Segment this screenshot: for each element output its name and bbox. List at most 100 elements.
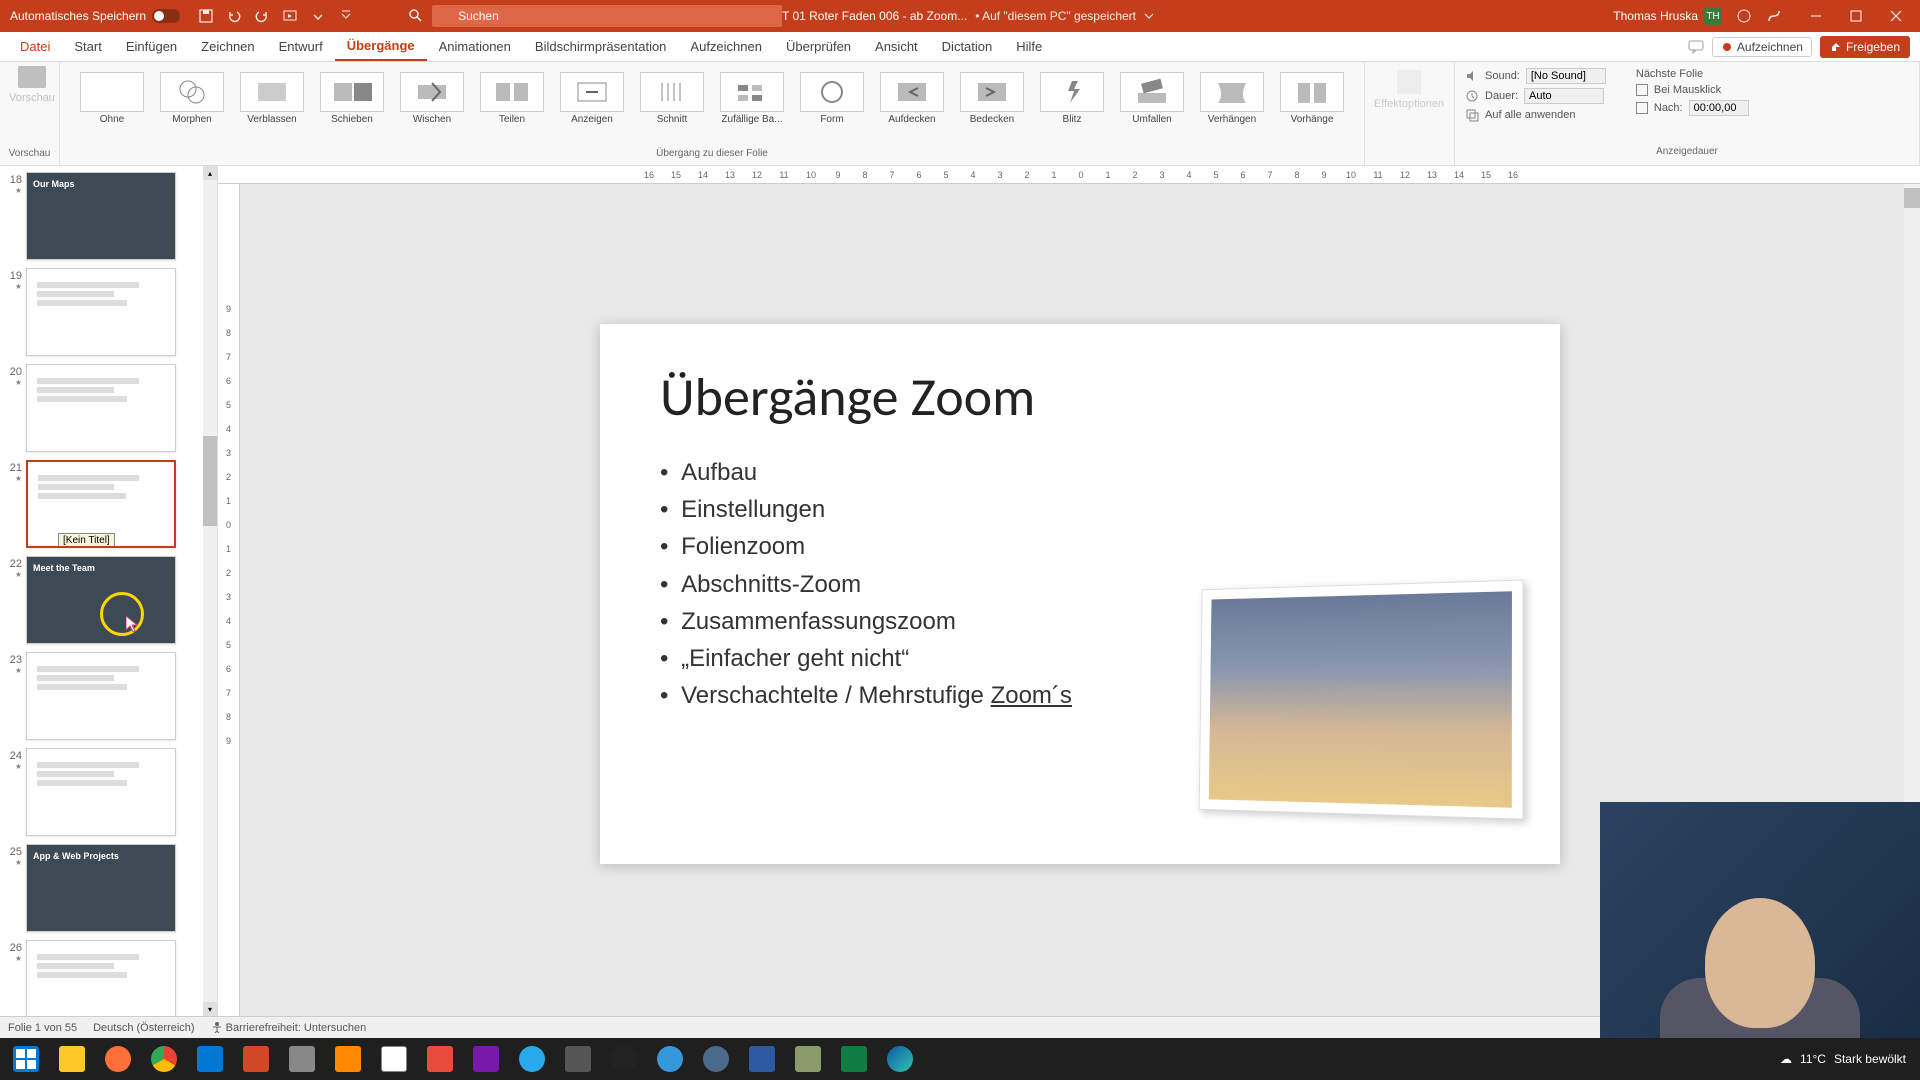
transition-form[interactable]: Form xyxy=(794,70,870,127)
drawing-icon[interactable] xyxy=(1766,8,1782,24)
app-icon-8[interactable] xyxy=(786,1040,830,1078)
after-checkbox[interactable]: Nach: xyxy=(1636,100,1749,116)
chrome-icon[interactable] xyxy=(142,1040,186,1078)
app-icon-2[interactable] xyxy=(372,1040,416,1078)
language-indicator[interactable]: Deutsch (Österreich) xyxy=(93,1022,194,1034)
transition-zuflligeba[interactable]: Zufällige Ba... xyxy=(714,70,790,127)
tab-start[interactable]: Start xyxy=(62,32,113,61)
transition-vorhnge[interactable]: Vorhänge xyxy=(1274,70,1350,127)
minimize-button[interactable] xyxy=(1796,0,1836,32)
file-explorer-icon[interactable] xyxy=(50,1040,94,1078)
app-icon-7[interactable] xyxy=(740,1040,784,1078)
obs-icon[interactable] xyxy=(602,1040,646,1078)
autosave-toggle[interactable]: Automatisches Speichern xyxy=(0,9,190,23)
excel-icon[interactable] xyxy=(832,1040,876,1078)
slide-counter[interactable]: Folie 1 von 55 xyxy=(8,1022,77,1034)
undo-icon[interactable] xyxy=(226,8,242,24)
scrollbar-thumb[interactable] xyxy=(203,436,217,526)
transition-schnitt[interactable]: Schnitt xyxy=(634,70,710,127)
app-icon-3[interactable] xyxy=(418,1040,462,1078)
transition-schieben[interactable]: Schieben xyxy=(314,70,390,127)
transition-morphen[interactable]: Morphen xyxy=(154,70,230,127)
weather-desc[interactable]: Stark bewölkt xyxy=(1834,1052,1906,1066)
app-icon-4[interactable] xyxy=(556,1040,600,1078)
accessibility-check[interactable]: Barrierefreiheit: Untersuchen xyxy=(211,1021,367,1034)
tab-dictation[interactable]: Dictation xyxy=(930,32,1005,61)
duration-row[interactable]: Dauer: xyxy=(1465,88,1606,104)
apply-all-button[interactable]: Auf alle anwenden xyxy=(1465,108,1606,122)
transition-umfallen[interactable]: Umfallen xyxy=(1114,70,1190,127)
start-button[interactable] xyxy=(4,1040,48,1078)
transition-blitz[interactable]: Blitz xyxy=(1034,70,1110,127)
record-button[interactable]: Aufzeichnen xyxy=(1712,37,1812,57)
thumbnail-scrollbar[interactable]: ▴ ▾ xyxy=(203,166,217,1016)
telegram-icon[interactable] xyxy=(510,1040,554,1078)
tab-animationen[interactable]: Animationen xyxy=(427,32,523,61)
slide-thumb-18[interactable]: 18★Our Maps xyxy=(0,168,217,264)
tab-überprüfen[interactable]: Überprüfen xyxy=(774,32,863,61)
editor-scrollbar-thumb[interactable] xyxy=(1904,188,1920,208)
transition-anzeigen[interactable]: Anzeigen xyxy=(554,70,630,127)
slide-title[interactable]: Übergänge Zoom xyxy=(660,364,1500,430)
tab-aufzeichnen[interactable]: Aufzeichnen xyxy=(678,32,774,61)
slide-thumb-26[interactable]: 26★ xyxy=(0,936,217,1016)
tab-einfügen[interactable]: Einfügen xyxy=(114,32,189,61)
tab-zeichnen[interactable]: Zeichnen xyxy=(189,32,266,61)
customize-qat-icon[interactable] xyxy=(338,8,354,24)
more-icon[interactable] xyxy=(310,8,326,24)
weather-temp[interactable]: 11°C xyxy=(1800,1052,1826,1066)
comments-icon[interactable] xyxy=(1688,39,1704,55)
redo-icon[interactable] xyxy=(254,8,270,24)
slide-content[interactable]: Übergänge Zoom AufbauEinstellungenFolien… xyxy=(600,324,1560,864)
tab-ansicht[interactable]: Ansicht xyxy=(863,32,930,61)
bullet-item[interactable]: Folienzoom xyxy=(660,528,1500,565)
transition-verhngen[interactable]: Verhängen xyxy=(1194,70,1270,127)
save-icon[interactable] xyxy=(198,8,214,24)
chevron-down-icon[interactable] xyxy=(1144,11,1154,21)
after-input[interactable] xyxy=(1689,100,1749,116)
slide-thumb-24[interactable]: 24★ xyxy=(0,744,217,840)
sound-row[interactable]: Sound: xyxy=(1465,68,1606,84)
vlc-icon[interactable] xyxy=(326,1040,370,1078)
slide-thumb-25[interactable]: 25★App & Web Projects xyxy=(0,840,217,936)
app-icon-6[interactable] xyxy=(694,1040,738,1078)
tab-übergänge[interactable]: Übergänge xyxy=(335,32,427,61)
on-click-checkbox[interactable]: Bei Mausklick xyxy=(1636,84,1749,96)
close-button[interactable] xyxy=(1876,0,1916,32)
powerpoint-icon[interactable] xyxy=(234,1040,278,1078)
app-icon-5[interactable] xyxy=(648,1040,692,1078)
slide-thumb-23[interactable]: 23★ xyxy=(0,648,217,744)
scroll-up-button[interactable]: ▴ xyxy=(203,166,217,180)
bullet-item[interactable]: Aufbau xyxy=(660,454,1500,491)
tab-entwurf[interactable]: Entwurf xyxy=(267,32,335,61)
tab-hilfe[interactable]: Hilfe xyxy=(1004,32,1054,61)
maximize-button[interactable] xyxy=(1836,0,1876,32)
transition-bedecken[interactable]: Bedecken xyxy=(954,70,1030,127)
slide-thumb-20[interactable]: 20★ xyxy=(0,360,217,456)
scroll-down-button[interactable]: ▾ xyxy=(203,1002,217,1016)
outlook-icon[interactable] xyxy=(188,1040,232,1078)
firefox-icon[interactable] xyxy=(96,1040,140,1078)
onenote-icon[interactable] xyxy=(464,1040,508,1078)
search-input[interactable] xyxy=(432,5,782,27)
slide-thumb-19[interactable]: 19★ xyxy=(0,264,217,360)
effect-options-button[interactable]: Effektoptionen xyxy=(1373,66,1445,110)
slide-thumb-21[interactable]: 21★[Kein Titel] xyxy=(0,456,217,552)
app-icon-1[interactable] xyxy=(280,1040,324,1078)
transition-verblassen[interactable]: Verblassen xyxy=(234,70,310,127)
transition-teilen[interactable]: Teilen xyxy=(474,70,550,127)
user-account[interactable]: Thomas Hruska TH xyxy=(1613,7,1722,25)
transition-wischen[interactable]: Wischen xyxy=(394,70,470,127)
edge-icon[interactable] xyxy=(878,1040,922,1078)
bullet-item[interactable]: Einstellungen xyxy=(660,491,1500,528)
transition-ohne[interactable]: Ohne xyxy=(74,70,150,127)
tab-file[interactable]: Datei xyxy=(8,32,62,61)
transition-aufdecken[interactable]: Aufdecken xyxy=(874,70,950,127)
preview-button[interactable]: Vorschau xyxy=(8,66,56,104)
sound-select[interactable] xyxy=(1526,68,1606,84)
slide-image-placeholder[interactable] xyxy=(1199,580,1524,820)
weather-icon[interactable]: ☁ xyxy=(1780,1052,1792,1066)
duration-input[interactable] xyxy=(1524,88,1604,104)
share-button[interactable]: Freigeben xyxy=(1820,36,1910,58)
coming-soon-icon[interactable] xyxy=(1736,8,1752,24)
